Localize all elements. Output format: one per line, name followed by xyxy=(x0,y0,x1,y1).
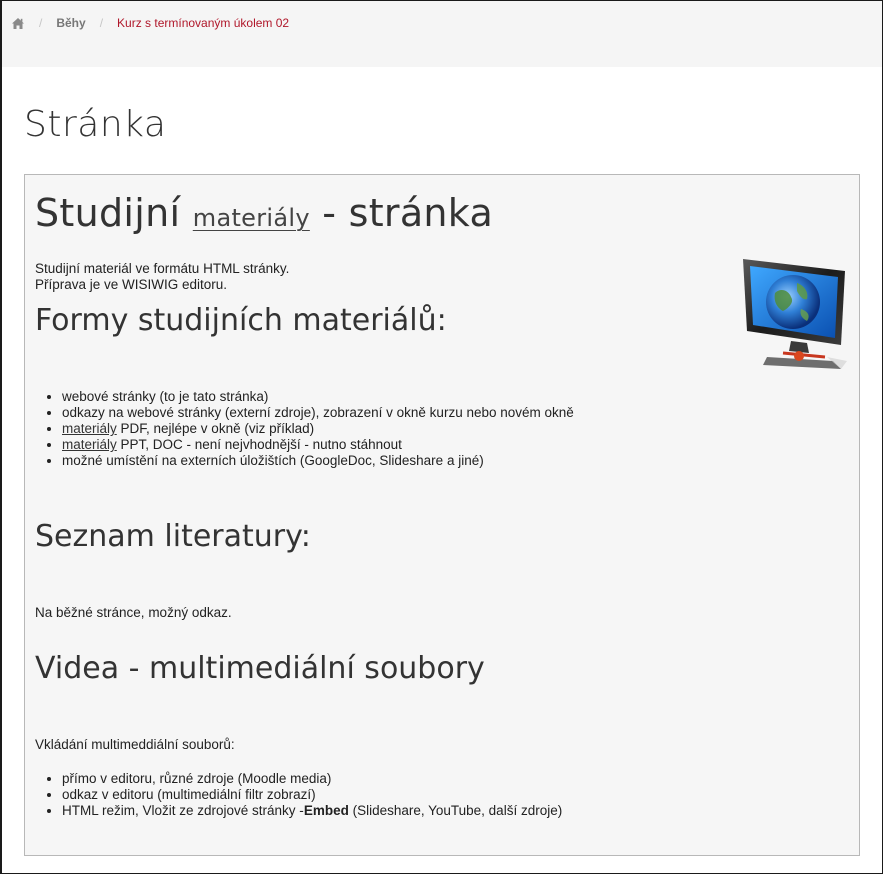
intro-line: Studijní materiál ve formátu HTML stránk… xyxy=(35,261,290,276)
list-item: odkazy na webové stránky (externí zdroje… xyxy=(62,405,574,421)
list-item: možné umístění na externích úložištích (… xyxy=(62,453,574,469)
intro-text: Studijní materiál ve formátu HTML stránk… xyxy=(35,261,289,293)
materialy-link[interactable]: materiály xyxy=(193,204,310,232)
list-item-text: PPT, DOC - není nejvhodnější - nutno stá… xyxy=(116,437,402,452)
intro-line: Příprava je ve WISIWIG editoru. xyxy=(35,277,228,292)
embed-label: Embed xyxy=(303,803,349,818)
heading-text: - stránka xyxy=(309,191,494,235)
materialy-link[interactable]: materiály xyxy=(62,437,117,452)
breadcrumb-separator: / xyxy=(39,16,43,30)
video-list: přímo v editoru, různé zdroje (Moodle me… xyxy=(35,771,562,819)
video-heading: Videa - multimediální soubory xyxy=(35,651,485,686)
content-heading: Studijní materiály - stránka xyxy=(35,191,493,235)
materialy-link[interactable]: materiály xyxy=(62,421,117,436)
list-item-text: (Slideshare, YouTube, další zdroje) xyxy=(348,803,563,818)
literature-heading: Seznam literatury: xyxy=(35,519,311,554)
list-item-text: HTML režim, Vložit ze zdrojové stránky - xyxy=(62,803,304,818)
heading-text: Studijní xyxy=(35,191,193,235)
breadcrumb-item-course[interactable]: Kurz s termínovaným úkolem 02 xyxy=(117,16,289,30)
forms-list: webové stránky (to je tato stránka) odka… xyxy=(35,389,574,469)
list-item: odkaz v editoru (multimediální filtr zob… xyxy=(62,787,562,803)
page-title: Stránka xyxy=(24,104,167,145)
list-item: materiály PDF, nejlépe v okně (viz příkl… xyxy=(62,421,574,437)
monitor-globe-icon xyxy=(743,259,847,369)
literature-text: Na běžné stránce, možný odkaz. xyxy=(35,605,232,620)
forms-heading: Formy studijních materiálů: xyxy=(35,303,447,338)
breadcrumb-item-behy[interactable]: Běhy xyxy=(56,16,85,30)
breadcrumb-separator: / xyxy=(99,16,104,30)
breadcrumb: / Běhy / Kurz s termínovaným úkolem 02 xyxy=(2,1,882,67)
list-item: materiály PPT, DOC - není nejvhodnější -… xyxy=(62,437,574,453)
list-item-text: PDF, nejlépe v okně (viz příklad) xyxy=(116,421,315,436)
video-intro: Vkládání multimeddiální souborů: xyxy=(35,737,235,752)
home-icon[interactable] xyxy=(11,17,25,30)
list-item: HTML režim, Vložit ze zdrojové stránky -… xyxy=(62,803,562,819)
list-item: přímo v editoru, různé zdroje (Moodle me… xyxy=(62,771,562,787)
list-item: webové stránky (to je tato stránka) xyxy=(62,389,574,405)
page-content: Studijní materiály - stránka Studijní ma… xyxy=(24,174,860,856)
